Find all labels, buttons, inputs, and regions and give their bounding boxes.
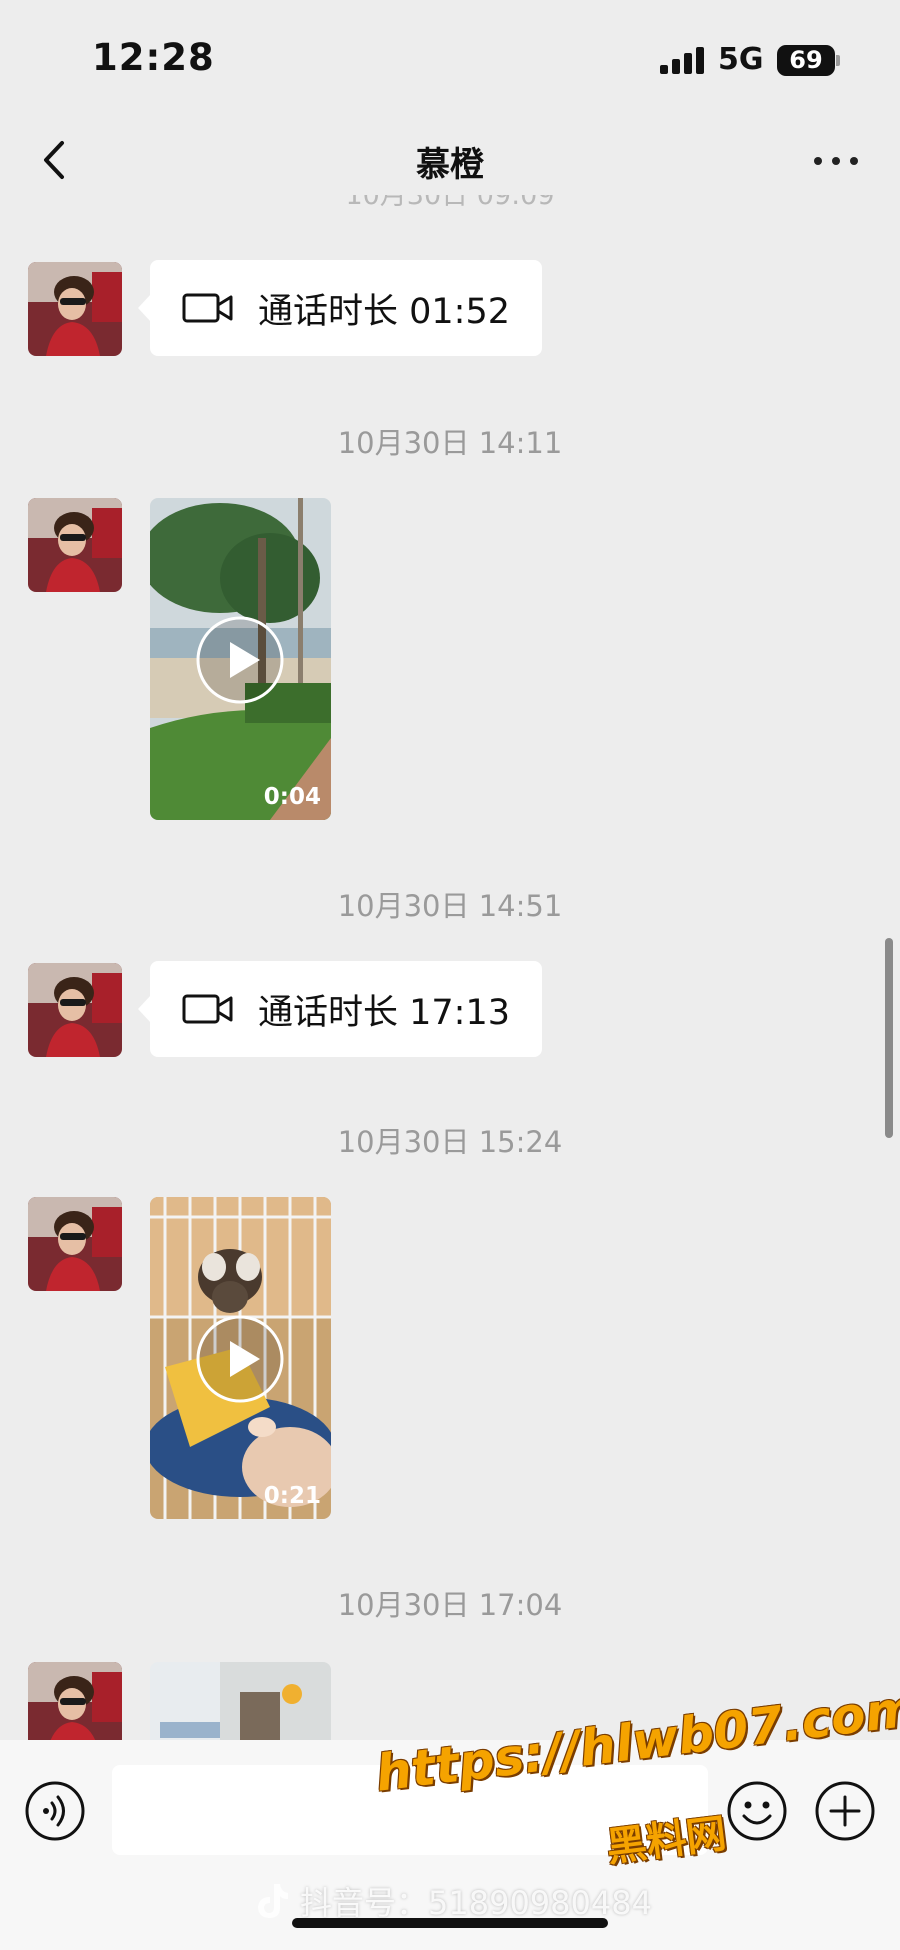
timestamp: 10月30日 17:04: [337, 1588, 563, 1622]
call-duration-text: 通话时长 01:52: [258, 291, 510, 332]
video-message[interactable]: 0:04: [150, 498, 331, 820]
status-bar: 12:28 5G 69: [0, 0, 900, 115]
more-icon[interactable]: [812, 145, 860, 175]
timestamp: 10月30日 14:51: [337, 889, 563, 923]
avatar[interactable]: [28, 963, 122, 1057]
video-call-icon: [182, 293, 233, 323]
call-record-bubble[interactable]: 通话时长 01:52: [138, 260, 542, 356]
home-indicator: [292, 1918, 608, 1928]
status-time: 12:28: [92, 36, 215, 79]
video-duration: 0:04: [263, 784, 321, 810]
network-label: 5G: [718, 42, 764, 77]
timestamp: 10月30日 14:11: [337, 426, 563, 460]
battery-tip: [836, 55, 840, 66]
avatar[interactable]: [28, 262, 122, 356]
video-thumbnail: [150, 1662, 331, 1740]
douyin-icon: [258, 1884, 288, 1918]
avatar[interactable]: [28, 1662, 122, 1740]
video-message[interactable]: [150, 1662, 331, 1740]
call-duration-text: 通话时长 17:13: [258, 992, 510, 1033]
video-call-icon: [182, 994, 233, 1024]
scrollbar[interactable]: [885, 938, 893, 1138]
signal-icon: [660, 47, 706, 74]
video-duration: 0:21: [263, 1483, 321, 1509]
timestamp: 10月30日 15:24: [337, 1125, 563, 1159]
avatar[interactable]: [28, 1197, 122, 1291]
battery-icon: 69: [777, 45, 835, 76]
chat-title: 慕橙: [416, 145, 484, 185]
voice-icon[interactable]: [24, 1780, 86, 1842]
call-record-bubble[interactable]: 通话时长 17:13: [138, 961, 542, 1057]
plus-icon[interactable]: [814, 1780, 876, 1842]
video-message[interactable]: 0:21: [150, 1197, 331, 1519]
chat-area[interactable]: 10月30日 09:09 通话时长 01:52 10月30日 14:11 0:0…: [0, 195, 900, 1740]
emoji-icon[interactable]: [726, 1780, 788, 1842]
play-icon[interactable]: [194, 1313, 286, 1405]
timestamp-cut: 10月30日 09:09: [345, 195, 555, 211]
play-icon[interactable]: [194, 614, 286, 706]
avatar[interactable]: [28, 498, 122, 592]
